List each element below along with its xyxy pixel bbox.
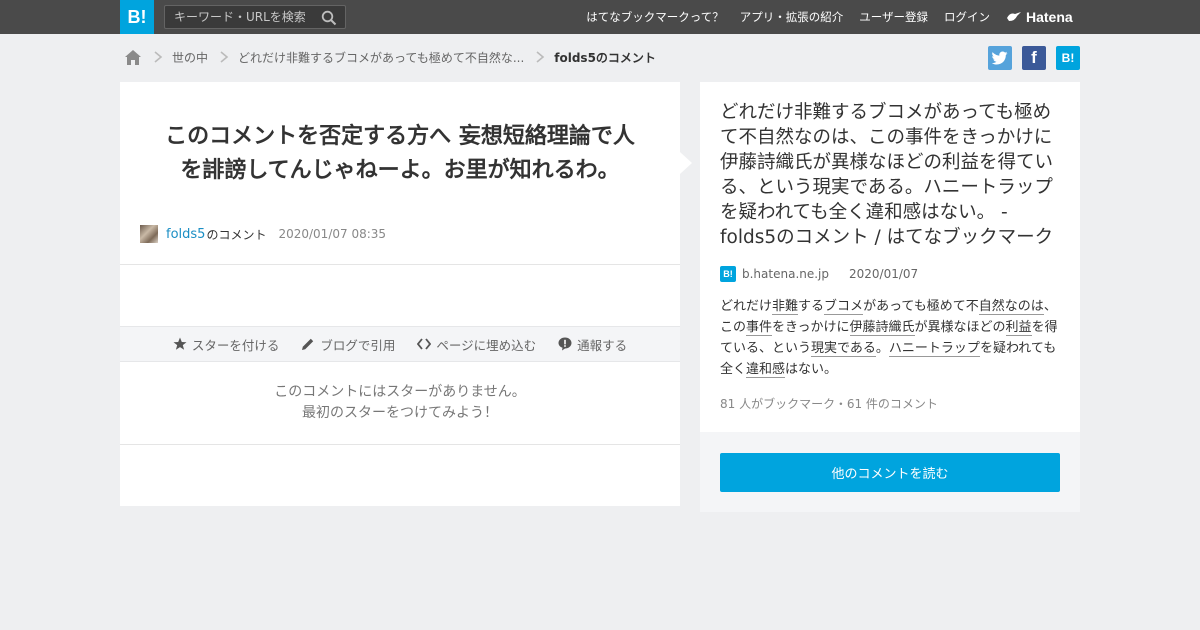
brand-name: Hatena <box>1026 9 1073 25</box>
entry-title[interactable]: どれだけ非難するブコメがあっても極めて不自然なのは、この事件をきっかけに伊藤詩織… <box>720 100 1062 250</box>
no-stars-message: このコメントにはスターがありません。 最初のスターをつけてみよう！ <box>120 382 680 424</box>
entry-footer: 他のコメントを読む <box>700 432 1080 512</box>
comment-text: このコメントを否定する方へ 妄想短絡理論で人 を誹謗してんじゃねーよ。お里が知れ… <box>150 120 650 188</box>
breadcrumb: 世の中 どれだけ非難するブコメがあっても極めて不自然な... folds5のコメ… <box>124 46 656 68</box>
divider <box>120 264 680 265</box>
summary-text: はない。 <box>785 362 838 377</box>
breadcrumb-entry[interactable]: どれだけ非難するブコメがあっても極めて不自然な... <box>238 49 524 66</box>
summary-text: があっても極めて不 <box>863 299 979 314</box>
keyword-link[interactable]: 利益 <box>1005 320 1032 336</box>
report-speech-icon <box>558 337 572 351</box>
hatena-brand[interactable]: Hatena <box>1006 0 1073 34</box>
keyword-link[interactable]: なの <box>1004 299 1031 315</box>
chevron-right-icon <box>220 51 229 63</box>
code-brackets-icon <box>417 338 432 350</box>
comment-line: を誹謗してんじゃねーよ。お里が知れるわ。 <box>180 158 620 183</box>
nav-about[interactable]: はてなブックマークって？ <box>586 9 723 25</box>
keyword-link[interactable]: 現実 <box>811 341 838 357</box>
hatena-share-button[interactable]: B! <box>1056 46 1080 70</box>
keyword-link[interactable]: は <box>1030 299 1044 315</box>
user-link[interactable]: folds5 <box>166 227 205 242</box>
summary-text: どれだけ <box>720 299 773 314</box>
keyword-link[interactable]: 違和感 <box>746 362 786 378</box>
blog-quote-label: ブログで引用 <box>320 337 396 353</box>
facebook-share-button[interactable]: f <box>1022 46 1046 70</box>
nav-signup[interactable]: ユーザー登録 <box>859 9 928 25</box>
no-stars-line: 最初のスターをつけてみよう！ <box>302 405 498 421</box>
embed-label: ページに埋め込む <box>436 337 537 353</box>
blog-quote-button[interactable]: ブログで引用 <box>301 335 395 354</box>
search-box <box>164 5 346 29</box>
entry-summary: どれだけ非難するブコメがあっても極めて不自然なのは、この事件をきっかけに伊藤詩織… <box>720 296 1065 380</box>
comment-actions: スターを付ける ブログで引用 ページに埋め込む 通報する <box>120 326 680 362</box>
hatena-bookmark-logo[interactable]: B! <box>120 0 154 34</box>
report-button[interactable]: 通報する <box>558 335 627 354</box>
share-buttons: f B! <box>988 46 1080 70</box>
summary-text: をきっかけに <box>772 320 850 335</box>
search-input[interactable] <box>165 6 315 28</box>
chevron-right-icon <box>536 51 545 63</box>
divider <box>120 444 680 445</box>
summary-text: する <box>798 299 825 314</box>
summary-text: 。 <box>875 341 889 356</box>
pencil-icon <box>302 338 314 350</box>
entry-date: 2020/01/07 <box>849 267 919 281</box>
header-nav: はてなブックマークって？ アプリ・拡張の紹介 ユーザー登録 ログイン <box>586 0 990 34</box>
keyword-link[interactable]: である <box>837 341 876 357</box>
entry-card: どれだけ非難するブコメがあっても極めて不自然なのは、この事件をきっかけに伊藤詩織… <box>700 82 1080 512</box>
star-icon <box>173 337 187 350</box>
user-suffix: のコメント <box>206 227 267 242</box>
chevron-right-icon <box>154 51 163 63</box>
bookmark-counts[interactable]: 81 人がブックマーク・61 件のコメント <box>720 395 938 412</box>
keyword-link[interactable]: 非難 <box>772 299 799 315</box>
twitter-bird-icon <box>992 51 1008 65</box>
embed-button[interactable]: ページに埋め込む <box>417 335 536 354</box>
nav-apps[interactable]: アプリ・拡張の紹介 <box>740 9 844 25</box>
comment-meta: folds5 のコメント 2020/01/07 08:35 <box>140 225 386 243</box>
comment-line: このコメントを否定する方へ 妄想短絡理論で人 <box>165 124 635 149</box>
keyword-link[interactable]: 伊藤詩織氏 <box>849 320 915 336</box>
keyword-link[interactable]: 事件 <box>746 320 773 336</box>
read-other-comments-button[interactable]: 他のコメントを読む <box>720 453 1060 492</box>
add-star-button[interactable]: スターを付ける <box>173 335 280 354</box>
breadcrumb-current: folds5のコメント <box>554 50 656 65</box>
report-label: 通報する <box>577 337 628 353</box>
hatena-bird-icon <box>1007 12 1021 21</box>
avatar[interactable] <box>140 225 158 243</box>
nav-login[interactable]: ログイン <box>944 9 990 25</box>
home-icon[interactable] <box>124 49 142 66</box>
twitter-share-button[interactable] <box>988 46 1012 70</box>
keyword-link[interactable]: 自然 <box>978 299 1005 315</box>
comment-timestamp[interactable]: 2020/01/07 08:35 <box>278 227 386 241</box>
breadcrumb-category[interactable]: 世の中 <box>172 49 208 66</box>
keyword-link[interactable]: ブコメ <box>824 299 864 315</box>
keyword-link[interactable]: ハニートラップ <box>888 341 980 357</box>
summary-text: が異様なほどの <box>914 320 1006 335</box>
hatena-favicon-icon: B! <box>720 266 736 282</box>
no-stars-line: このコメントにはスターがありません。 <box>274 384 526 400</box>
comment-card: このコメントを否定する方へ 妄想短絡理論で人 を誹謗してんじゃねーよ。お里が知れ… <box>120 82 692 506</box>
entry-domain[interactable]: b.hatena.ne.jp <box>742 267 829 281</box>
entry-source: B! b.hatena.ne.jp 2020/01/07 <box>720 266 918 282</box>
top-bar: B! はてなブックマークって？ アプリ・拡張の紹介 ユーザー登録 ログイン Ha… <box>0 0 1200 34</box>
add-star-label: スターを付ける <box>191 337 280 353</box>
search-icon[interactable] <box>321 10 337 26</box>
